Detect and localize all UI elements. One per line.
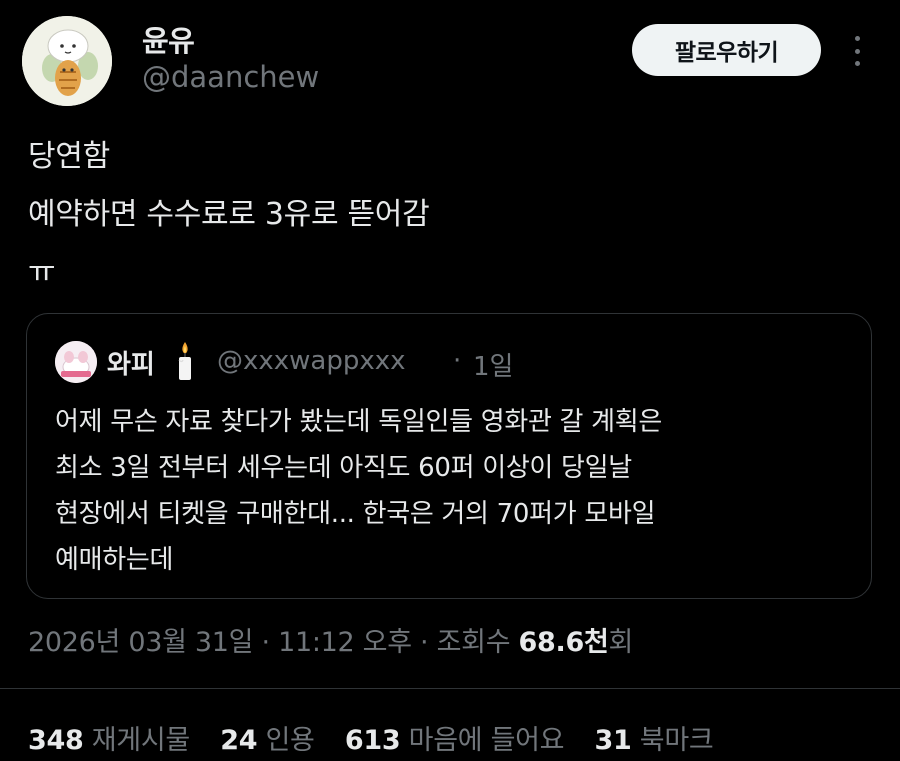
quote-author-name[interactable]: 와피 (107, 344, 155, 381)
views-count: 68.6천 (518, 627, 609, 658)
tweet-line: 예약하면 수수료로 3유로 뜯어감 (28, 197, 430, 232)
tweet-metadata: 2026년 03월 31일 · 11:12 오후 · 조회수 68.6천회 (28, 620, 633, 659)
quotes-count: 24 (220, 725, 258, 756)
tweet-time[interactable]: 11:12 오후 (278, 627, 412, 658)
divider (0, 688, 900, 689)
likes-label: 마음에 들어요 (408, 725, 565, 756)
views-suffix: 회 (608, 627, 634, 658)
quote-timestamp[interactable]: 1일 (473, 346, 513, 383)
author-avatar[interactable] (22, 16, 112, 106)
likes-count: 613 (344, 725, 401, 756)
quote-line: 예매하는데 (55, 545, 174, 575)
quote-avatar-icon (55, 341, 97, 383)
author-handle[interactable]: @daanchew (142, 60, 319, 94)
reposts-count: 348 (28, 725, 84, 756)
tweet-line: 당연함 (28, 139, 110, 174)
quote-line: 최소 3일 전부터 세우는데 아직도 60퍼 이상이 당일날 (55, 453, 632, 483)
quote-separator: · (453, 346, 462, 376)
tweet-date[interactable]: 2026년 03월 31일 (28, 627, 254, 658)
more-dots-icon[interactable] (846, 36, 868, 66)
quote-line: 어제 무슨 자료 찾다가 봤는데 독일인들 영화관 갈 계획은 (55, 407, 662, 437)
tweet-line: ㅠ (28, 255, 56, 290)
quote-author-handle[interactable]: @xxxwappxxx (217, 346, 406, 376)
quoted-tweet-card[interactable]: 와피 @xxxwappxxx · 1일 어제 무슨 자료 찾다가 봤는데 독일인… (26, 313, 872, 599)
quote-text: 어제 무슨 자료 찾다가 봤는데 독일인들 영화관 갈 계획은 최소 3일 전부… (55, 399, 662, 583)
reposts-label: 재게시물 (91, 725, 190, 756)
quotes-stat[interactable]: 24 인용 (220, 725, 315, 756)
meta-separator: · (411, 627, 437, 658)
tweet-page: 윤유 @daanchew 팔로우하기 당연함 예약하면 수수료로 3유로 뜯어감… (0, 0, 900, 761)
quotes-label: 인용 (265, 725, 315, 756)
likes-stat[interactable]: 613 마음에 들어요 (344, 725, 565, 756)
reposts-stat[interactable]: 348 재게시물 (28, 725, 190, 756)
views-label: 조회수 (436, 627, 519, 658)
bookmarks-label: 북마크 (639, 725, 714, 756)
tweet-text: 당연함 예약하면 수수료로 3유로 뜯어감 ㅠ (28, 128, 430, 302)
candle-icon (175, 340, 195, 382)
quote-author-avatar[interactable] (55, 341, 97, 383)
author-display-name[interactable]: 윤유 (142, 18, 195, 60)
follow-button[interactable]: 팔로우하기 (632, 24, 821, 76)
cartoon-character-avatar-icon (22, 16, 112, 106)
bookmarks-count: 31 (594, 725, 632, 756)
engagement-stats: 348 재게시물 24 인용 613 마음에 들어요 31 북마크 (28, 718, 735, 757)
quote-line: 현장에서 티켓을 구매한대... 한국은 거의 70퍼가 모바일 (55, 499, 656, 529)
meta-separator: · (253, 627, 279, 658)
bookmarks-stat[interactable]: 31 북마크 (595, 725, 714, 756)
